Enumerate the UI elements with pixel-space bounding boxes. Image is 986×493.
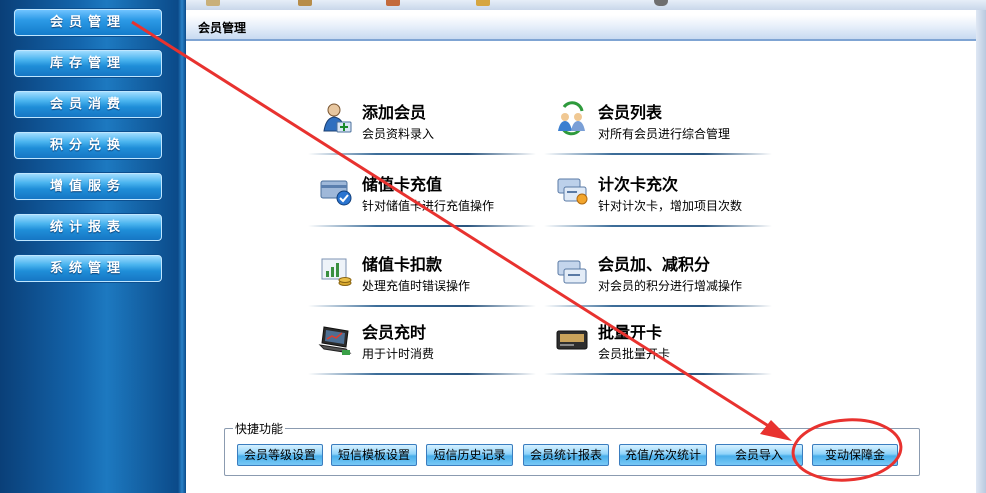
sms-template-settings-button[interactable]: 短信模板设置 xyxy=(331,444,417,466)
card-member-list[interactable]: 会员列表 对所有会员进行综合管理 xyxy=(544,97,776,155)
card-description: 针对储值卡进行充值操作 xyxy=(362,199,495,213)
sidebar-item-inventory-management[interactable]: 库存管理 xyxy=(14,50,162,77)
card-deduct-icon xyxy=(321,258,352,286)
toolbar-icon[interactable] xyxy=(386,0,400,6)
member-level-settings-button[interactable]: 会员等级设置 xyxy=(237,444,323,466)
toolbar-icon[interactable] xyxy=(206,0,220,6)
card-recharge-icon xyxy=(320,180,352,206)
card-title: 会员加、减积分 xyxy=(598,255,711,274)
card-underline xyxy=(544,153,772,155)
points-adjust-icon xyxy=(557,260,587,284)
card-description: 会员资料录入 xyxy=(362,127,435,141)
card-batch-open[interactable]: 批量开卡 会员批量开卡 xyxy=(544,317,776,375)
card-description: 对会员的积分进行增减操作 xyxy=(598,279,743,293)
card-stored-value-recharge[interactable]: 储值卡充值 针对储值卡进行充值操作 xyxy=(308,169,540,227)
sidebar-item-system-management[interactable]: 系统管理 xyxy=(14,255,162,282)
quick-functions-group: 快捷功能 会员等级设置 短信模板设置 短信历史记录 会员统计报表 充值/充次统计… xyxy=(224,420,920,476)
card-title: 会员充时 xyxy=(362,323,427,342)
laptop-icon xyxy=(318,326,352,355)
card-description: 会员批量开卡 xyxy=(598,347,671,361)
card-points-adjust[interactable]: 会员加、减积分 对会员的积分进行增减操作 xyxy=(544,249,776,307)
card-title: 批量开卡 xyxy=(598,323,663,342)
sidebar-item-value-added-services[interactable]: 增值服务 xyxy=(14,173,162,200)
card-description: 针对计次卡，增加项目次数 xyxy=(598,199,743,213)
card-underline xyxy=(308,305,536,307)
toolbar-icon[interactable] xyxy=(298,0,312,6)
card-underline xyxy=(544,305,772,307)
recharge-statistics-button[interactable]: 充值/充次统计 xyxy=(619,444,707,466)
sidebar: 会员管理 库存管理 会员消费 积分兑换 增值服务 统计报表 系统管理 xyxy=(0,0,178,493)
card-title: 储值卡充值 xyxy=(362,175,443,194)
card-underline xyxy=(308,225,536,227)
card-underline xyxy=(544,373,772,375)
card-description: 处理充值时错误操作 xyxy=(362,279,471,293)
card-member-time-recharge[interactable]: 会员充时 用于计时消费 xyxy=(308,317,540,375)
panel-body: 添加会员 会员资料录入 会员列表 对所有会员进行综合管理 储值卡充值 针对储值卡… xyxy=(186,41,977,493)
card-underline xyxy=(544,225,772,227)
change-deposit-button[interactable]: 变动保障金 xyxy=(812,444,898,466)
card-title: 计次卡充次 xyxy=(598,175,679,194)
card-underline xyxy=(308,373,536,375)
quick-functions-legend: 快捷功能 xyxy=(233,420,286,437)
sidebar-divider xyxy=(178,0,186,493)
toolbar-icon[interactable] xyxy=(654,0,668,6)
card-count-card-recharge[interactable]: 计次卡充次 针对计次卡，增加项目次数 xyxy=(544,169,776,227)
panel-header: 会员管理 xyxy=(186,15,976,41)
right-scroll-edge xyxy=(976,10,986,493)
card-add-member[interactable]: 添加会员 会员资料录入 xyxy=(308,97,540,155)
member-list-icon xyxy=(558,101,585,136)
panel-title: 会员管理 xyxy=(198,21,247,35)
card-title: 储值卡扣款 xyxy=(362,255,443,274)
card-underline xyxy=(308,153,536,155)
sms-history-button[interactable]: 短信历史记录 xyxy=(426,444,513,466)
batch-card-icon xyxy=(556,330,588,350)
member-import-button[interactable]: 会员导入 xyxy=(715,444,803,466)
add-member-icon xyxy=(323,103,352,133)
card-description: 对所有会员进行综合管理 xyxy=(598,127,731,141)
card-stored-value-deduct[interactable]: 储值卡扣款 处理充值时错误操作 xyxy=(308,249,540,307)
sidebar-item-member-consumption[interactable]: 会员消费 xyxy=(14,91,162,118)
card-description: 用于计时消费 xyxy=(362,347,435,361)
toolbar-icon[interactable] xyxy=(476,0,490,6)
member-statistics-report-button[interactable]: 会员统计报表 xyxy=(523,444,609,466)
card-title: 添加会员 xyxy=(362,103,427,122)
sidebar-item-statistics-reports[interactable]: 统计报表 xyxy=(14,214,162,241)
count-card-icon xyxy=(557,178,588,205)
card-title: 会员列表 xyxy=(598,103,663,122)
content-area: 会员管理 添加会员 会员资料录入 会员列表 对所有会员进行综合管理 储值卡充值 … xyxy=(186,10,986,493)
sidebar-item-points-exchange[interactable]: 积分兑换 xyxy=(14,132,162,159)
sidebar-item-member-management[interactable]: 会员管理 xyxy=(14,9,162,36)
